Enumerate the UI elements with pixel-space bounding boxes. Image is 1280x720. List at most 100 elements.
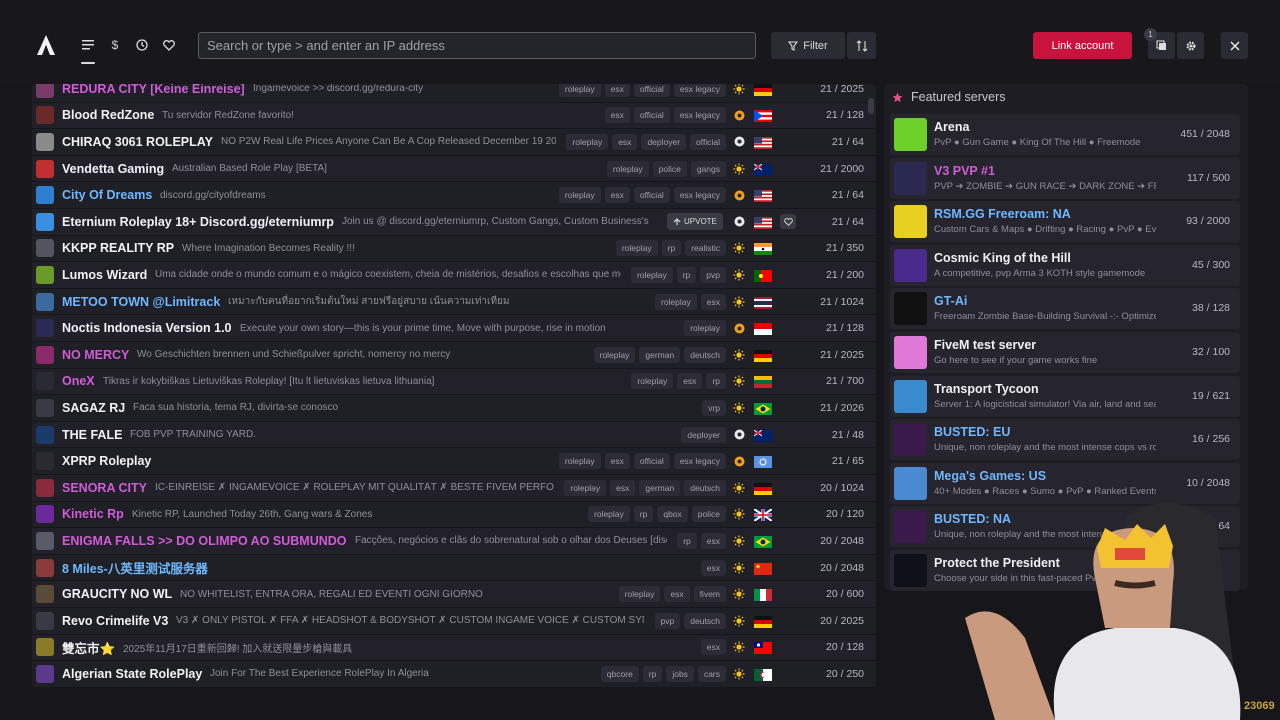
settings-button[interactable] (1177, 32, 1204, 59)
server-row[interactable]: 雙忘市⭐ 2025年11月17日重新回歸! 加入就送限量步槍與載具 esx 20 / … (32, 634, 876, 662)
server-row[interactable]: SAGAZ RJ Faca sua historia, tema RJ, divi… (32, 395, 876, 422)
server-tag[interactable]: esx legacy (673, 187, 726, 204)
search-input[interactable] (207, 38, 747, 53)
server-tag[interactable]: roleplay (558, 84, 601, 97)
server-tag[interactable]: esx (677, 373, 703, 390)
server-tag[interactable]: deployer (681, 426, 726, 443)
server-tag[interactable]: roleplay (654, 293, 697, 310)
server-tag[interactable]: roleplay (615, 240, 658, 257)
server-tag[interactable]: roleplay (593, 346, 636, 363)
server-row[interactable]: SENORA CITY IC-EINREISE ✗ INGAMEVOICE ✗ R… (32, 475, 876, 502)
server-row[interactable]: Vendetta Gaming Australian Based Role Pla… (32, 155, 876, 183)
server-row[interactable]: Revo Crimelife V3 V3 ✗ ONLY PISTOL ✗ FFA … (32, 608, 876, 635)
server-tag[interactable]: official (690, 133, 726, 150)
server-tag[interactable]: official (633, 84, 670, 97)
featured-server-item[interactable]: Cosmic King of the Hill A competitive, pv… (890, 244, 1240, 286)
server-tag[interactable]: official (633, 187, 670, 204)
server-row[interactable]: 8 Miles-八英里测试服务器 esx 20 / 2048 (32, 554, 876, 582)
server-tag[interactable]: esx (604, 84, 630, 97)
favorite-heart-icon[interactable] (780, 214, 796, 229)
server-tag[interactable]: rp (676, 266, 697, 283)
server-tag[interactable]: deployer (641, 133, 687, 150)
server-tag[interactable]: roleplay (566, 133, 609, 150)
featured-server-item[interactable]: Arena PvP ● Gun Game ● King Of The Hill ●… (890, 114, 1240, 155)
server-tag[interactable]: esx (604, 187, 630, 204)
server-tag[interactable]: esx (700, 532, 726, 549)
server-tag[interactable]: rp (661, 240, 682, 257)
server-list-icon[interactable] (79, 36, 97, 64)
server-tag[interactable]: esx (700, 639, 726, 656)
server-tag[interactable]: deutsch (684, 346, 726, 363)
server-row[interactable]: Kinetic Rp Kinetic RP, Launched Today 26t… (32, 501, 876, 529)
server-row[interactable]: NO MERCY Wo Geschichten brennen und Schie… (32, 342, 876, 369)
server-row[interactable]: OneX Tikras ir kokybiškas Lietuviškas Rol… (32, 368, 876, 396)
featured-server-item[interactable]: BUSTED: EU Unique, non roleplay and the m… (890, 419, 1240, 461)
server-tag[interactable]: esx legacy (673, 107, 726, 124)
server-tag[interactable]: jobs (666, 665, 694, 682)
server-tag[interactable]: rp (633, 506, 654, 523)
server-row[interactable]: Lumos Wizard Uma cidade onde o mundo comu… (32, 262, 876, 289)
server-tag[interactable]: official (633, 453, 670, 470)
server-tag[interactable]: esx (612, 133, 638, 150)
server-tag[interactable]: rp (706, 373, 726, 390)
server-tag[interactable]: deutsch (684, 612, 726, 629)
server-row[interactable]: KKPP REALITY RP Where Imagination Becomes… (32, 235, 876, 263)
server-tag[interactable]: rp (642, 665, 663, 682)
server-row[interactable]: Algerian State RolePlay Join For The Best… (32, 661, 876, 688)
server-tag[interactable]: pvp (700, 266, 726, 283)
server-tag[interactable]: roleplay (606, 160, 649, 177)
server-tag[interactable]: pvp (654, 612, 681, 629)
server-row[interactable]: REDURA CITY [Keine Einreise] Ingamevoice … (32, 84, 876, 103)
server-tag[interactable]: official (633, 107, 670, 124)
server-tag[interactable]: roleplay (630, 266, 673, 283)
server-tag[interactable]: german (639, 346, 681, 363)
server-tag[interactable]: roleplay (631, 373, 674, 390)
server-tag[interactable]: german (639, 479, 681, 496)
link-account-button[interactable]: Link account (1033, 32, 1132, 59)
server-row[interactable]: GRAUCITY NO WL NO WHITELIST, ENTRA ORA, R… (32, 581, 876, 608)
server-tag[interactable]: deutsch (684, 479, 726, 496)
server-tag[interactable]: roleplay (588, 506, 630, 523)
fivem-logo-icon[interactable] (36, 34, 56, 56)
server-tag[interactable]: esx legacy (673, 453, 726, 470)
server-list-scrollbar[interactable] (868, 98, 874, 114)
server-tag[interactable]: roleplay (618, 586, 661, 603)
close-button[interactable] (1221, 32, 1248, 59)
server-tag[interactable]: esx (604, 107, 630, 124)
history-clock-icon[interactable] (133, 36, 151, 54)
server-tag[interactable]: gangs (690, 160, 726, 177)
server-tag[interactable]: qbox (657, 506, 688, 523)
server-tag[interactable]: police (652, 160, 687, 177)
upvote-button[interactable]: UPVOTE (667, 213, 723, 230)
server-tag[interactable]: esx legacy (673, 84, 726, 97)
server-row[interactable]: City Of Dreams discord.gg/cityofdreams rol… (32, 182, 876, 209)
featured-server-item[interactable]: V3 PVP #1 PVP ➔ ZOMBIE ➔ GUN RACE ➔ DARK … (890, 157, 1240, 199)
server-tag[interactable]: vrp (702, 399, 726, 416)
server-row[interactable]: THE FALE FOB PVP TRAINING YARD. deployer 21… (32, 421, 876, 449)
server-tag[interactable]: esx (664, 586, 690, 603)
server-row[interactable]: Eternium Roleplay 18+ Discord.gg/eterniu… (32, 209, 876, 236)
server-tag[interactable]: roleplay (558, 187, 601, 204)
featured-server-item[interactable]: FiveM test server Go here to see if your … (890, 332, 1240, 373)
server-tag[interactable]: police (691, 506, 726, 523)
server-tag[interactable]: esx (604, 453, 630, 470)
featured-server-item[interactable]: Transport Tycoon Server 1: A logicistical… (890, 375, 1240, 417)
server-tag[interactable]: rp (677, 532, 697, 549)
server-row[interactable]: ENIGMA FALLS >> DO OLIMPO AO SUBMUNDO Fac… (32, 528, 876, 555)
server-row[interactable]: Noctis Indonesia Version 1.0 Execute your… (32, 315, 876, 342)
server-tag[interactable]: fivem (693, 586, 726, 603)
featured-server-item[interactable]: GT-Ai Freeroam Zombie Base-Building Survi… (890, 288, 1240, 330)
featured-server-item[interactable]: RSM.GG Freeroam: NA Custom Cars & Maps ● … (890, 201, 1240, 243)
premium-dollar-icon[interactable]: $ (106, 36, 124, 54)
server-tag[interactable]: qbcore (600, 665, 639, 682)
server-tag[interactable]: esx (700, 293, 726, 310)
server-tag[interactable]: roleplay (564, 479, 607, 496)
server-row[interactable]: XPRP Roleplay roleplay esx official esx lega… (32, 448, 876, 475)
server-tag[interactable]: cars (697, 665, 726, 682)
server-tag[interactable]: roleplay (684, 320, 726, 337)
server-tag[interactable]: esx (610, 479, 636, 496)
server-tag[interactable]: realistic (685, 240, 726, 257)
server-tag[interactable]: roleplay (558, 453, 601, 470)
search-bar[interactable] (198, 32, 756, 59)
sort-button[interactable] (847, 32, 876, 59)
